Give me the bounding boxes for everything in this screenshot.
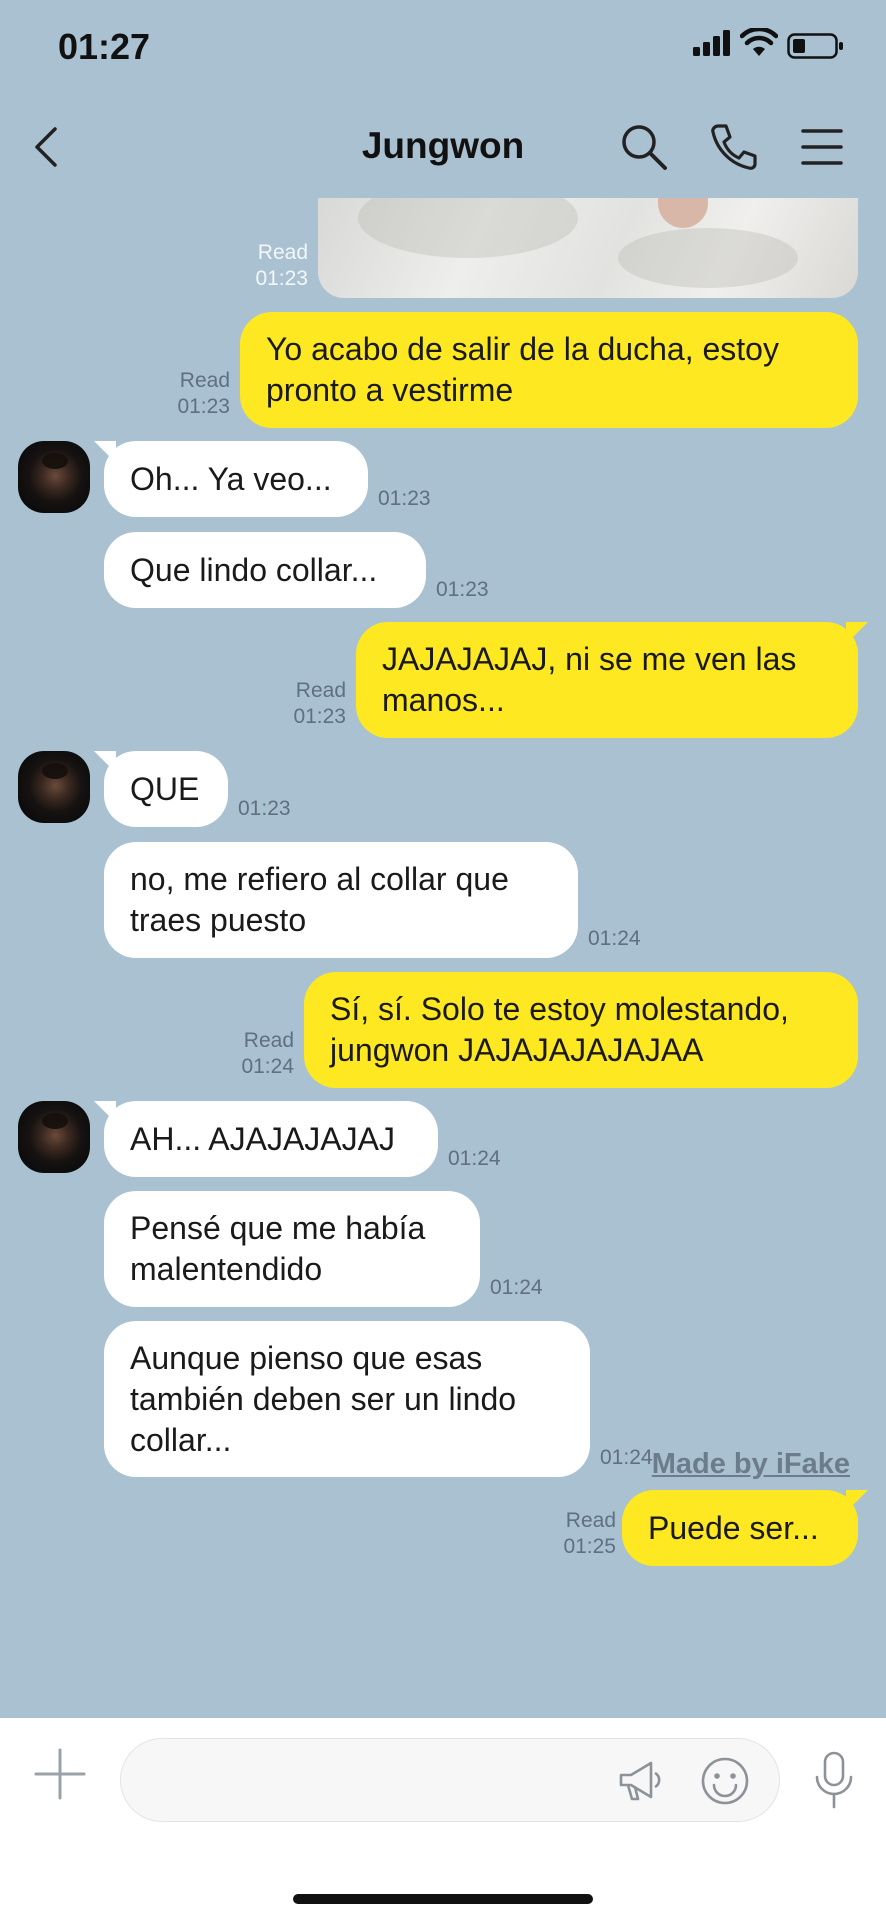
emoji-icon: [701, 1757, 749, 1805]
message-text: Yo acabo de salir de la ducha, estoy pro…: [266, 331, 779, 408]
input-bar: [0, 1718, 886, 1920]
bubble-tail: [846, 622, 868, 644]
message-text: Pensé que me había malentendido: [130, 1210, 426, 1287]
read-receipt: Read 01:23: [293, 679, 346, 728]
message-time: 01:24: [490, 1276, 543, 1299]
message-time: 01:23: [378, 487, 431, 510]
emoji-button[interactable]: [697, 1753, 753, 1809]
megaphone-button[interactable]: [613, 1753, 669, 1809]
chat-area[interactable]: Read 01:23 Yo acabo de salir de la ducha,…: [0, 198, 886, 1718]
menu-icon: [801, 129, 843, 165]
menu-button[interactable]: [790, 115, 854, 179]
contact-avatar[interactable]: [18, 1101, 90, 1173]
megaphone-icon: [619, 1761, 661, 1801]
read-receipt: Read 01:23: [177, 369, 230, 418]
cellular-signal-icon: [693, 30, 730, 56]
read-receipt: Read 01:25: [563, 1509, 616, 1558]
incoming-message[interactable]: Pensé que me había malentendido: [104, 1191, 480, 1307]
photo-message[interactable]: [318, 198, 858, 298]
outgoing-message[interactable]: Puede ser...: [622, 1490, 858, 1566]
message-text: Que lindo collar...: [130, 551, 378, 588]
incoming-message[interactable]: Aunque pienso que esas también deben ser…: [104, 1321, 590, 1477]
message-input[interactable]: [120, 1738, 780, 1822]
message-text: Puede ser...: [648, 1509, 819, 1546]
contact-avatar[interactable]: [18, 441, 90, 513]
incoming-message[interactable]: no, me refiero al collar que traes puest…: [104, 842, 578, 958]
incoming-message[interactable]: Que lindo collar...: [104, 532, 426, 608]
message-time: 01:24: [600, 1446, 653, 1469]
microphone-icon: [815, 1751, 853, 1809]
outgoing-message[interactable]: JAJAJAJAJ, ni se me ven las manos...: [356, 622, 858, 738]
message-time: 01:23: [238, 797, 291, 820]
outgoing-message[interactable]: Yo acabo de salir de la ducha, estoy pro…: [240, 312, 858, 428]
incoming-message[interactable]: AH... AJAJAJAJAJ: [104, 1101, 438, 1177]
contact-avatar[interactable]: [18, 751, 90, 823]
message-text: Aunque pienso que esas también deben ser…: [130, 1339, 517, 1458]
message-text: Sí, sí. Solo te estoy molestando, jungwo…: [330, 991, 789, 1068]
battery-icon: [787, 33, 843, 59]
message-time: 01:24: [448, 1147, 501, 1170]
phone-icon: [711, 124, 757, 170]
watermark: Made by iFake: [651, 1448, 850, 1480]
message-text: no, me refiero al collar que traes puest…: [130, 861, 509, 938]
outgoing-message[interactable]: Sí, sí. Solo te estoy molestando, jungwo…: [304, 972, 858, 1088]
home-indicator: [293, 1894, 593, 1904]
microphone-button[interactable]: [806, 1751, 862, 1809]
message-text: AH... AJAJAJAJAJ: [130, 1120, 395, 1157]
search-icon: [622, 125, 667, 170]
call-button[interactable]: [702, 115, 766, 179]
message-time: 01:23: [436, 578, 489, 601]
status-bar: 01:27: [0, 0, 886, 95]
message-text: JAJAJAJAJ, ni se me ven las manos...: [382, 641, 797, 718]
message-text: QUE: [130, 770, 200, 807]
bubble-tail: [846, 1490, 868, 1512]
wifi-icon: [740, 28, 778, 56]
search-button[interactable]: [612, 115, 676, 179]
chat-header: Jungwon: [0, 95, 886, 200]
read-receipt: Read 01:24: [241, 1029, 294, 1078]
message-text: Oh... Ya veo...: [130, 460, 332, 497]
read-receipt: Read 01:23: [255, 241, 308, 290]
incoming-message[interactable]: Oh... Ya veo...: [104, 441, 368, 517]
plus-icon[interactable]: [34, 1748, 86, 1800]
message-time: 01:24: [588, 927, 641, 950]
status-time: 01:27: [58, 26, 151, 67]
incoming-message[interactable]: QUE: [104, 751, 228, 827]
